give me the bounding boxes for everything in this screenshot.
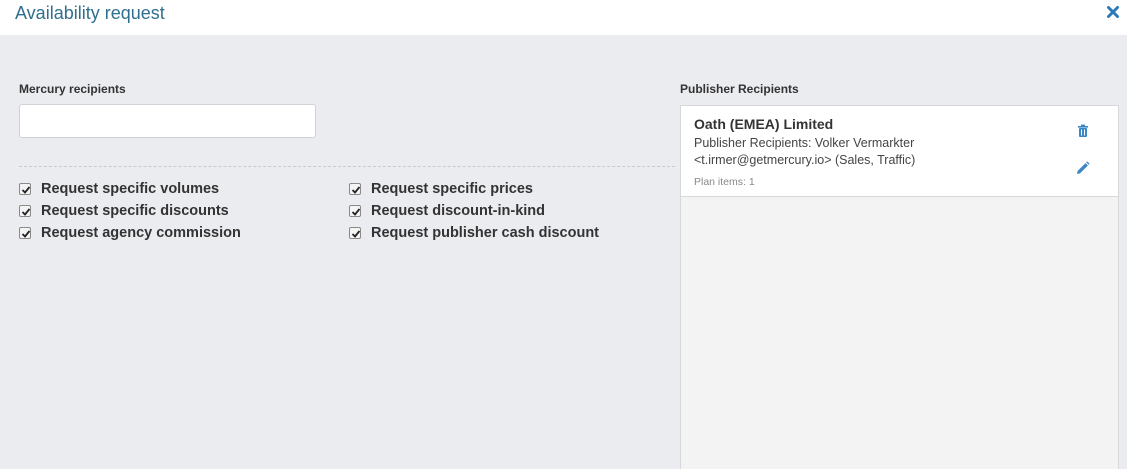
option-label: Request specific volumes <box>41 181 220 197</box>
publisher-recipients-panel: Oath (EMEA) Limited Publisher Recipients… <box>680 105 1119 469</box>
checkbox-checked-icon[interactable] <box>349 183 361 195</box>
publisher-card: Oath (EMEA) Limited Publisher Recipients… <box>681 106 1118 197</box>
plan-items-count: Plan items: 1 <box>694 176 755 188</box>
dialog-header: Availability request <box>0 0 1127 35</box>
option-publisher-cash-discount[interactable]: Request publisher cash discount <box>349 224 599 242</box>
mercury-recipients-label: Mercury recipients <box>19 82 126 96</box>
trash-icon[interactable] <box>1076 124 1092 140</box>
dialog-title: Availability request <box>15 3 165 23</box>
option-specific-prices[interactable]: Request specific prices <box>349 180 533 198</box>
checkbox-checked-icon[interactable] <box>19 205 31 217</box>
publisher-name: Oath (EMEA) Limited <box>694 116 834 132</box>
checkbox-checked-icon[interactable] <box>19 183 31 195</box>
option-label: Request agency commission <box>41 225 241 241</box>
option-label: Request publisher cash discount <box>371 225 600 241</box>
option-label: Request specific prices <box>371 181 533 197</box>
option-agency-commission[interactable]: Request agency commission <box>19 224 241 242</box>
pencil-icon[interactable] <box>1075 161 1091 177</box>
section-divider <box>19 166 675 167</box>
checkbox-checked-icon[interactable] <box>349 205 361 217</box>
publisher-recipients-text: Publisher Recipients: Volker Vermarkter … <box>694 136 916 167</box>
option-label: Request specific discounts <box>41 203 229 219</box>
option-label: Request discount-in-kind <box>371 203 545 219</box>
option-discount-in-kind[interactable]: Request discount-in-kind <box>349 202 545 220</box>
close-icon[interactable] <box>1105 4 1121 20</box>
mercury-recipients-input[interactable] <box>19 104 316 138</box>
checkbox-checked-icon[interactable] <box>19 227 31 239</box>
checkbox-checked-icon[interactable] <box>349 227 361 239</box>
option-specific-discounts[interactable]: Request specific discounts <box>19 202 229 220</box>
publisher-recipients-label: Publisher Recipients <box>680 82 799 96</box>
option-specific-volumes[interactable]: Request specific volumes <box>19 180 219 198</box>
